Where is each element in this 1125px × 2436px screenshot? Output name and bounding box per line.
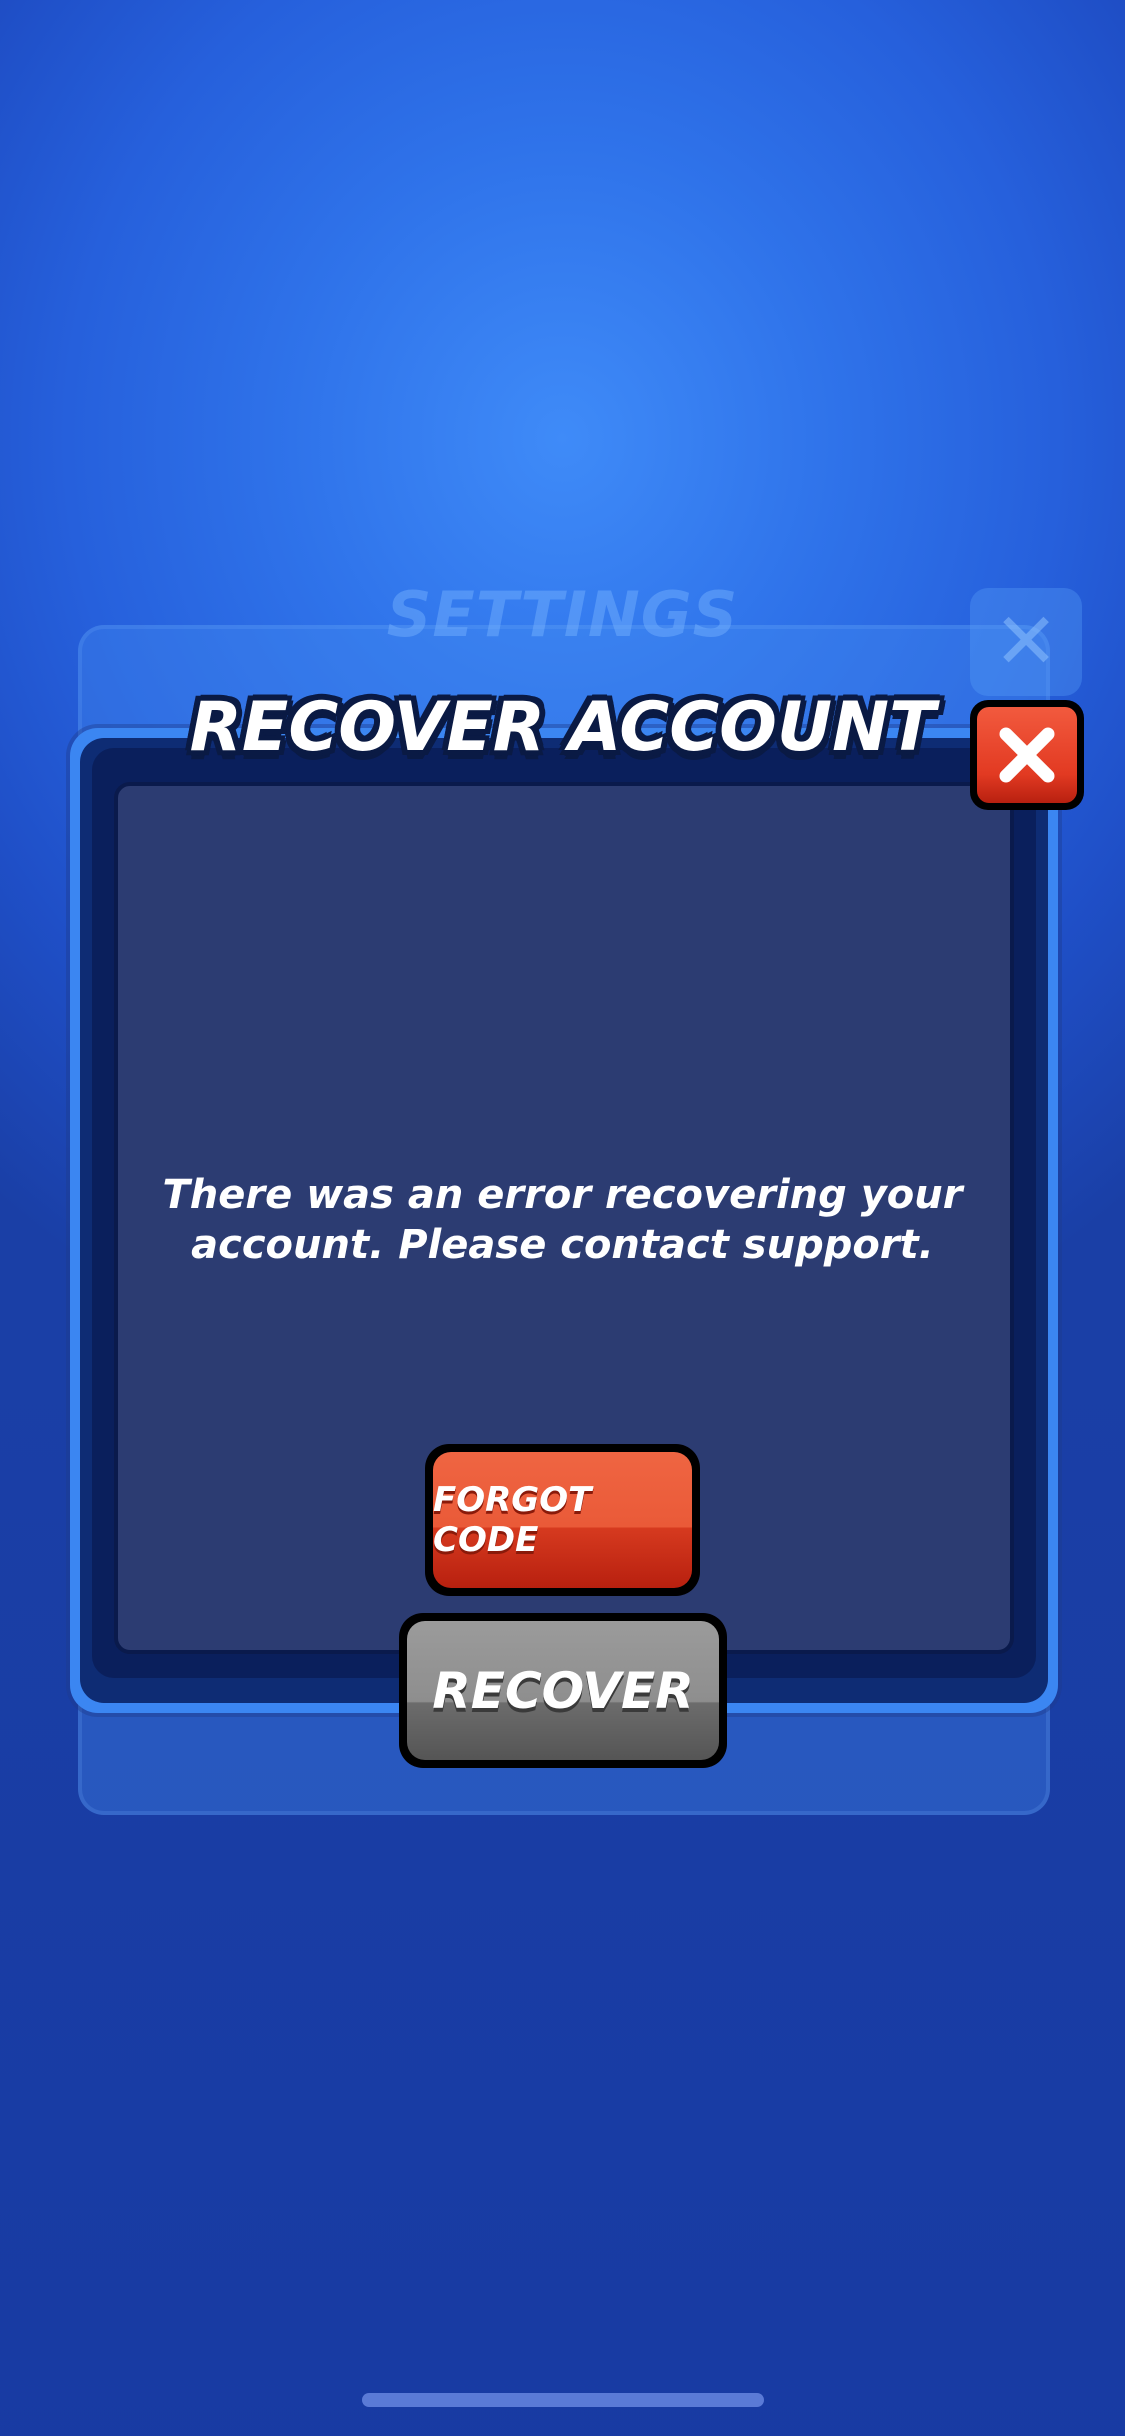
settings-title: SETTINGS bbox=[386, 578, 739, 651]
forgot-code-button[interactable]: FORGOT CODE bbox=[425, 1444, 700, 1596]
forgot-code-label[interactable]: FORGOT CODE bbox=[433, 1452, 692, 1588]
recover-label[interactable]: RECOVER bbox=[407, 1621, 719, 1760]
close-button[interactable] bbox=[970, 700, 1084, 810]
recover-button[interactable]: RECOVER bbox=[399, 1613, 727, 1768]
modal-title: RECOVER ACCOUNT bbox=[189, 688, 936, 767]
settings-close-icon: ✕ bbox=[993, 597, 1059, 687]
settings-close-button: ✕ bbox=[970, 588, 1082, 696]
close-x-icon bbox=[999, 727, 1055, 783]
error-message: There was an error recovering your accou… bbox=[162, 1172, 963, 1268]
home-indicator[interactable] bbox=[362, 2393, 764, 2407]
close-button-face[interactable] bbox=[977, 707, 1077, 803]
